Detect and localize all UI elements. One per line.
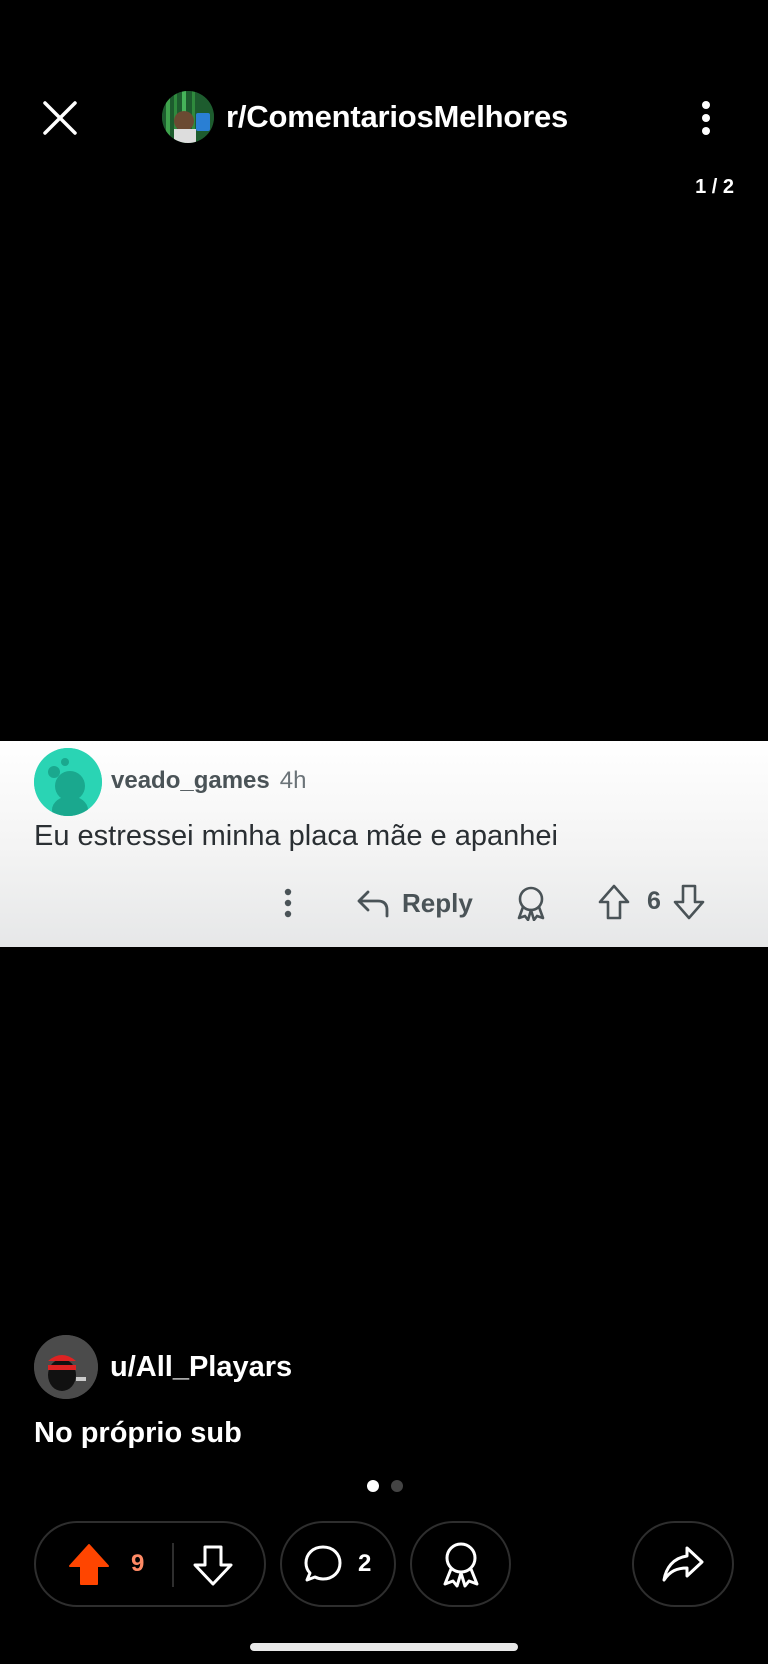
vote-control: 9 <box>34 1521 266 1607</box>
upvote-icon <box>598 884 630 920</box>
subreddit-avatar <box>162 91 214 143</box>
post-action-bar: 9 2 <box>0 1521 768 1607</box>
share-icon <box>662 1546 704 1582</box>
avatar <box>34 748 102 816</box>
post-author[interactable]: u/All_Playars <box>34 1335 292 1399</box>
comment-timestamp: 4h <box>279 767 307 794</box>
comment-score: 6 <box>647 887 661 915</box>
upvote-icon <box>69 1544 109 1585</box>
comment-award-button <box>514 885 548 926</box>
more-vertical-icon <box>284 888 292 918</box>
upvote-button[interactable] <box>68 1543 110 1592</box>
comment-screenshot: veado_games 4h Eu estressei minha placa … <box>0 741 768 947</box>
comment-actions: Reply 6 <box>0 881 768 925</box>
award-icon <box>443 1542 478 1588</box>
downvote-button[interactable] <box>192 1543 234 1592</box>
upvote-count: 9 <box>131 1550 145 1577</box>
comment-downvote-button <box>672 883 706 926</box>
comment-icon <box>302 1543 344 1590</box>
home-indicator[interactable] <box>250 1643 518 1651</box>
divider <box>172 1543 174 1587</box>
top-bar: r/ComentariosMelhores <box>0 80 768 152</box>
page-dot-active <box>367 1480 379 1492</box>
award-icon <box>517 886 545 922</box>
gallery-page-dots <box>0 1480 768 1492</box>
page-dot[interactable] <box>391 1480 403 1492</box>
comment-body: Eu estressei minha placa mãe e apanhei <box>34 820 558 852</box>
comment-reply-button: Reply <box>356 881 473 925</box>
share-button[interactable] <box>632 1521 734 1607</box>
avatar <box>34 1335 98 1399</box>
comment-upvote-button <box>597 883 631 926</box>
close-button[interactable] <box>36 94 84 142</box>
close-icon <box>43 101 77 135</box>
subreddit-link[interactable]: r/ComentariosMelhores <box>162 91 568 143</box>
comment-more-button <box>276 881 300 925</box>
reply-icon <box>357 890 389 918</box>
author-username: u/All_Playars <box>110 1350 293 1383</box>
comment-username: veado_games <box>111 767 270 794</box>
subreddit-name: r/ComentariosMelhores <box>226 99 569 134</box>
image-page-counter: 1 / 2 <box>695 176 734 198</box>
post-title: No próprio sub <box>34 1417 242 1449</box>
more-vertical-icon <box>702 101 710 135</box>
award-button[interactable] <box>410 1521 511 1607</box>
reply-label: Reply <box>402 887 473 918</box>
downvote-icon <box>673 884 705 920</box>
downvote-icon <box>193 1545 233 1586</box>
comments-button[interactable]: 2 <box>280 1521 396 1607</box>
more-options-button[interactable] <box>694 94 718 142</box>
comment-count: 2 <box>358 1550 372 1577</box>
